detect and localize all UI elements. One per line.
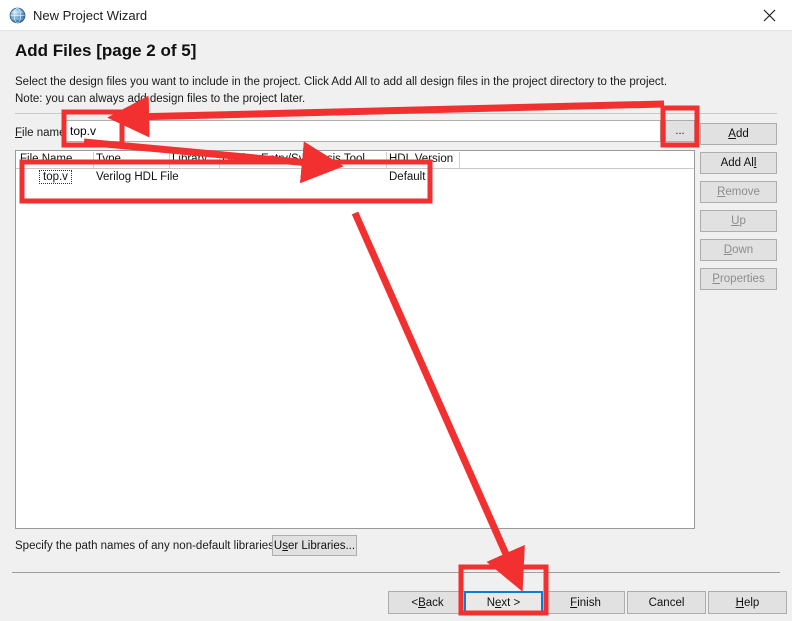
remove-button-post: emove <box>725 186 760 198</box>
column-header-0[interactable]: File Name <box>20 153 72 165</box>
finish-button-post: inish <box>577 596 601 609</box>
cell-hdl-version[interactable]: Default <box>389 171 425 183</box>
remove-button-accel: R <box>717 186 726 198</box>
add-button-post: dd <box>735 128 749 140</box>
properties-button-post: roperties <box>719 273 765 285</box>
user-libraries-post: er Libraries... <box>287 539 356 552</box>
back-button-pre: < <box>411 596 419 609</box>
add-all-button-pre: Add Al <box>720 157 754 169</box>
back-button-accel: B <box>418 596 426 609</box>
next-button[interactable]: Ne xt > <box>464 591 543 614</box>
new-project-wizard-dialog: New Project Wizard Add Files [page 2 of … <box>0 0 792 621</box>
add-button[interactable]: Add <box>700 123 777 145</box>
window-title: New Project Wizard <box>33 8 148 23</box>
up-button-accel: U <box>731 215 740 227</box>
file-name-label: File name: <box>15 127 69 139</box>
properties-button-accel: P <box>712 273 720 285</box>
add-button-accel: A <box>728 128 736 140</box>
up-button: Up <box>700 210 777 232</box>
cell-type[interactable]: Verilog HDL File <box>96 171 179 183</box>
next-button-pre: N <box>486 596 496 609</box>
globe-icon <box>9 7 26 24</box>
user-libraries-note: Specify the path names of any non-defaul… <box>15 540 278 552</box>
cancel-button[interactable]: Cancel <box>627 591 706 614</box>
help-button-accel: H <box>735 596 744 609</box>
cell-file-name[interactable]: top.v <box>39 170 72 184</box>
finish-button-accel: F <box>570 596 578 609</box>
file-list[interactable]: File Name Type Library Design Entry/Synthes… <box>15 150 695 529</box>
footer-separator <box>12 572 780 573</box>
add-all-button[interactable]: Add Al l <box>700 152 777 174</box>
help-button[interactable]: Help <box>708 591 787 614</box>
column-header-1[interactable]: Type <box>96 153 121 165</box>
column-divider-4[interactable] <box>459 152 460 168</box>
add-all-button-accel: l <box>753 157 757 169</box>
column-divider-3[interactable] <box>386 152 387 168</box>
file-name-input[interactable] <box>65 120 661 142</box>
user-libraries-button[interactable]: Us er Libraries... <box>272 535 357 556</box>
down-button-accel: D <box>723 244 733 256</box>
column-header-4[interactable]: HDL Version <box>389 153 453 165</box>
file-list-header: File Name Type Library Design Entry/Synthes… <box>16 151 694 169</box>
user-libraries-pre: U <box>273 539 283 552</box>
browse-button[interactable]: ... <box>665 120 695 142</box>
help-button-post: elp <box>743 596 760 609</box>
table-row[interactable]: top.v Verilog HDL File Default <box>16 169 694 189</box>
column-divider-2[interactable] <box>219 152 220 168</box>
header-separator <box>15 113 777 114</box>
column-divider-1[interactable] <box>169 152 170 168</box>
file-name-label-accel: F <box>15 127 23 139</box>
close-icon[interactable] <box>746 0 792 31</box>
down-button-post: own <box>732 244 754 256</box>
up-button-post: p <box>739 215 746 227</box>
down-button: Down <box>700 239 777 261</box>
properties-button: Properties <box>700 268 777 290</box>
finish-button[interactable]: Finish <box>546 591 625 614</box>
cancel-button-pre: Cancel <box>648 596 685 609</box>
back-button[interactable]: < Back <box>388 591 467 614</box>
page-description-line-1: Select the design files you want to incl… <box>15 76 668 88</box>
column-divider-0[interactable] <box>93 152 94 168</box>
column-header-2[interactable]: Library <box>172 153 207 165</box>
file-name-label-rest: ile name: <box>22 127 69 139</box>
remove-button: Remove <box>700 181 777 203</box>
page-description-line-2: Note: you can always add design files to… <box>15 93 306 105</box>
page-title: Add Files [page 2 of 5] <box>15 41 197 60</box>
browse-to-filename-arrow <box>107 95 665 138</box>
back-button-post: ack <box>425 596 444 609</box>
title-bar: New Project Wizard <box>0 0 792 31</box>
column-header-3[interactable]: Design Entry/Synthesis Tool <box>222 153 365 165</box>
next-button-post: xt > <box>501 596 521 609</box>
